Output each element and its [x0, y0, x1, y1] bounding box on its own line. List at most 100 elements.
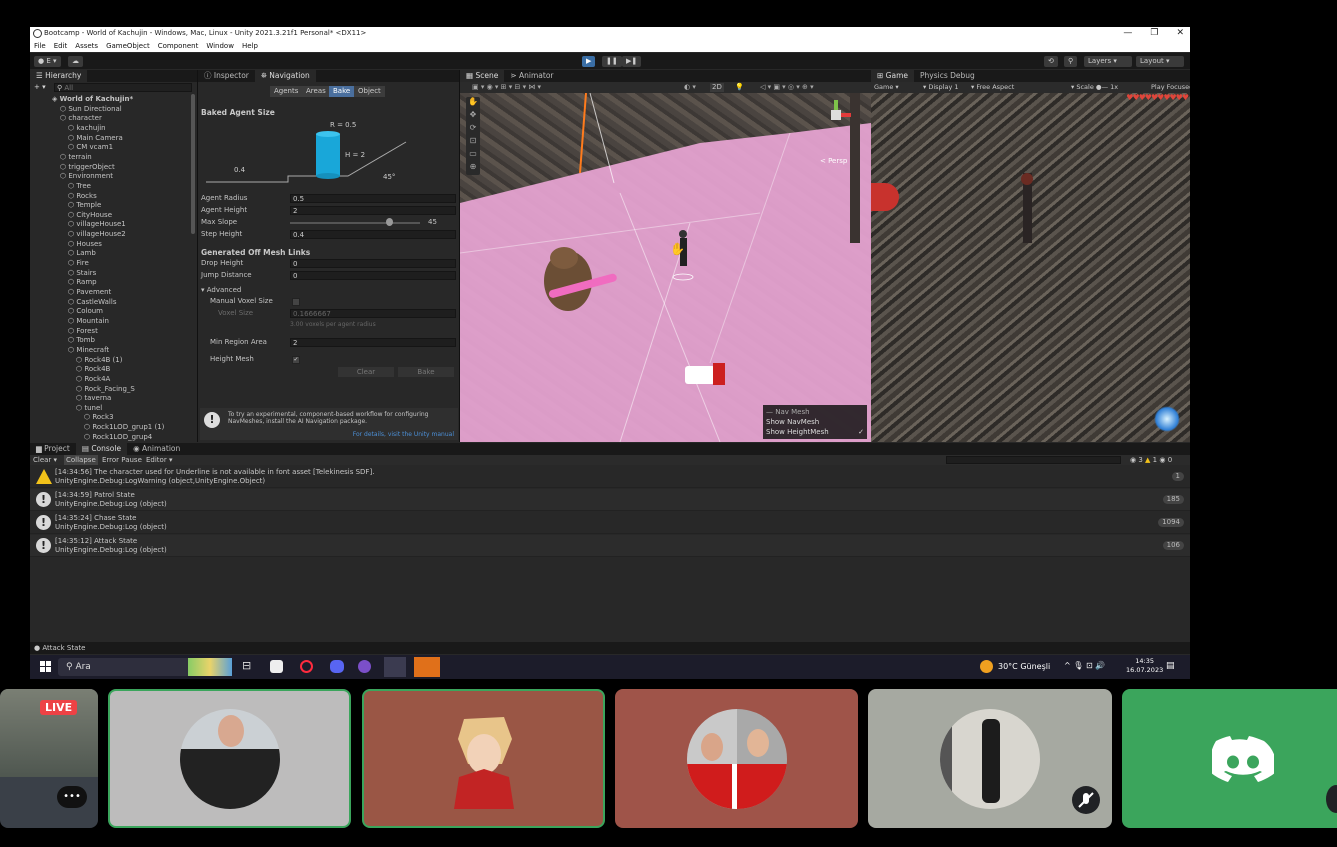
hierarchy-item[interactable]: ⬡ Lamb: [68, 249, 96, 258]
persp-label[interactable]: < Persp: [820, 157, 848, 165]
menu-file[interactable]: File: [34, 40, 46, 52]
hierarchy-item[interactable]: ⬡ Sun Directional: [60, 105, 122, 114]
participant-tile-2[interactable]: [362, 689, 605, 828]
tab-scene[interactable]: ▦ Scene: [460, 70, 505, 82]
hierarchy-item[interactable]: ⬡ kachujin: [68, 124, 106, 133]
hierarchy-item[interactable]: ⬡ character: [60, 114, 102, 123]
2d-toggle[interactable]: 2D: [710, 83, 724, 92]
max-slope-value[interactable]: 45: [428, 218, 437, 227]
hierarchy-item[interactable]: ⬡ Stairs: [68, 269, 96, 278]
drop-height-field[interactable]: 0: [290, 259, 456, 268]
weather-icon[interactable]: [980, 660, 993, 673]
clock[interactable]: 14:35 16.07.2023: [1126, 657, 1163, 675]
more-options-button[interactable]: •••: [57, 786, 87, 808]
hierarchy-item[interactable]: ⬡ Minecraft: [68, 346, 109, 355]
play-focused-dropdown[interactable]: Play Focused: [1151, 82, 1190, 93]
hierarchy-item[interactable]: ⬡ Pavement: [68, 288, 111, 297]
tab-game[interactable]: ⊞ Game: [871, 70, 914, 82]
hierarchy-item[interactable]: ⬡ Rock3: [84, 413, 114, 422]
github-taskbar-icon[interactable]: [358, 660, 371, 673]
console-log-row[interactable]: ! [14:35:24] Chase State UnityEngine.Debug…: [30, 512, 1190, 534]
subtab-areas[interactable]: Areas: [302, 86, 330, 97]
subtab-bake[interactable]: Bake: [329, 86, 355, 97]
menu-help[interactable]: Help: [242, 40, 258, 52]
subtab-agents[interactable]: Agents: [270, 86, 303, 97]
hierarchy-item[interactable]: ⬡ Tree: [68, 182, 91, 191]
hierarchy-item[interactable]: ⬡ Tomb: [68, 336, 95, 345]
hierarchy-item[interactable]: ⬡ Ramp: [68, 278, 97, 287]
max-slope-slider-handle[interactable]: [386, 218, 393, 226]
hierarchy-item[interactable]: ⬡ CityHouse: [68, 211, 112, 220]
step-height-field[interactable]: 0.4: [290, 230, 456, 239]
show-navmesh-toggle[interactable]: Show NavMesh: [766, 417, 864, 427]
layers-dropdown[interactable]: Layers ▾: [1084, 56, 1132, 67]
gizmos-dropdown[interactable]: ◁ ▾ ▣ ▾ ◎ ▾ ⊕ ▾: [760, 83, 814, 92]
hierarchy-item[interactable]: ⬡ terrain: [60, 153, 92, 162]
notification-icon[interactable]: ▤: [1166, 661, 1175, 671]
history-icon[interactable]: ⟲: [1044, 56, 1058, 67]
show-heightmesh-toggle[interactable]: Show HeightMesh ✓: [766, 427, 864, 437]
system-tray-icons[interactable]: ^ 🎙 ⊡ 🔊: [1064, 661, 1105, 670]
hierarchy-item[interactable]: ⬡ CastleWalls: [68, 298, 116, 307]
add-button[interactable]: + ▾: [34, 83, 46, 92]
transform-tool-icon[interactable]: ⊕: [466, 162, 480, 175]
steam-taskbar-icon[interactable]: [414, 657, 440, 677]
hierarchy-item[interactable]: ⬡ tunel: [76, 404, 102, 413]
editor-dropdown[interactable]: Editor ▾: [146, 455, 172, 465]
menu-assets[interactable]: Assets: [75, 40, 98, 52]
hierarchy-item[interactable]: ⬡ Houses: [68, 240, 102, 249]
unity-hub-taskbar-icon[interactable]: [384, 657, 406, 677]
max-slope-slider[interactable]: [290, 222, 420, 224]
minimize-button[interactable]: —: [1123, 27, 1132, 40]
min-region-field[interactable]: 2: [290, 338, 456, 347]
game-mode-dropdown[interactable]: Game ▾: [874, 82, 899, 93]
hierarchy-scrollbar[interactable]: [191, 94, 195, 234]
jump-distance-field[interactable]: 0: [290, 271, 456, 280]
rect-tool-icon[interactable]: ▭: [466, 149, 480, 162]
hierarchy-item[interactable]: ⬡ Coloum: [68, 307, 103, 316]
console-log-row[interactable]: ! [14:34:59] Patrol State UnityEngine.Debu…: [30, 489, 1190, 511]
menu-gameobject[interactable]: GameObject: [106, 40, 150, 52]
height-mesh-checkbox[interactable]: ✓: [292, 356, 300, 364]
hierarchy-item[interactable]: ⬡ Rocks: [68, 192, 97, 201]
search-icon[interactable]: ⚲: [1064, 56, 1078, 67]
close-button[interactable]: ✕: [1176, 27, 1184, 40]
unity-taskbar-icon[interactable]: [270, 660, 283, 673]
rotate-tool-icon[interactable]: ⟳: [466, 123, 480, 136]
subtab-object[interactable]: Object: [354, 86, 385, 97]
scale-slider[interactable]: ▾ Scale ●— 1x: [1071, 82, 1118, 93]
weather-widget[interactable]: 30°C Güneşli: [998, 662, 1050, 671]
participant-tile-1[interactable]: [108, 689, 351, 828]
maximize-button[interactable]: ❐: [1150, 27, 1158, 40]
tab-inspector[interactable]: ⓘ Inspector: [198, 70, 255, 82]
error-pause-toggle[interactable]: Error Pause: [102, 455, 142, 465]
hierarchy-item[interactable]: ⬡ Main Camera: [68, 134, 123, 143]
task-view-icon[interactable]: ⊟: [242, 659, 251, 672]
layout-dropdown[interactable]: Layout ▾: [1136, 56, 1184, 67]
aspect-dropdown[interactable]: ▾ Free Aspect: [971, 82, 1014, 93]
account-button[interactable]: ● E ▾: [34, 56, 61, 67]
manual-voxel-checkbox[interactable]: [292, 298, 300, 306]
advanced-foldout[interactable]: ▾ Advanced: [201, 286, 241, 295]
pause-button[interactable]: ❚❚: [602, 56, 622, 67]
hierarchy-item[interactable]: ⬡ Rock4B: [76, 365, 110, 374]
participant-tile-3[interactable]: [615, 689, 858, 828]
menu-edit[interactable]: Edit: [54, 40, 68, 52]
tab-animator[interactable]: ⋗ Animator: [504, 70, 559, 82]
bake-button[interactable]: Bake: [398, 367, 454, 377]
agent-height-field[interactable]: 2: [290, 206, 456, 215]
hierarchy-item[interactable]: ⬡ Rock_Facing_S: [76, 385, 135, 394]
discord-taskbar-icon[interactable]: [330, 660, 344, 673]
hierarchy-item[interactable]: ⬡ Forest: [68, 327, 98, 336]
windows-start-icon[interactable]: [40, 661, 51, 672]
hand-tool-icon[interactable]: ✋: [466, 97, 480, 110]
tab-hierarchy[interactable]: ☰ Hierarchy: [30, 70, 88, 82]
tab-animation[interactable]: ◉ Animation: [127, 443, 186, 455]
console-log-row[interactable]: [14:34:56] The character used for Underl…: [30, 466, 1190, 488]
tab-project[interactable]: ▆ Project: [30, 443, 76, 455]
discord-participant-tile[interactable]: [1122, 689, 1337, 828]
hierarchy-search-input[interactable]: ⚲ All: [54, 83, 192, 92]
hierarchy-item[interactable]: ⬡ Rock4A: [76, 375, 110, 384]
tab-navigation[interactable]: ⛯ Navigation: [254, 70, 316, 82]
console-log-row[interactable]: ! [14:35:12] Attack State UnityEngine.Debu…: [30, 535, 1190, 557]
